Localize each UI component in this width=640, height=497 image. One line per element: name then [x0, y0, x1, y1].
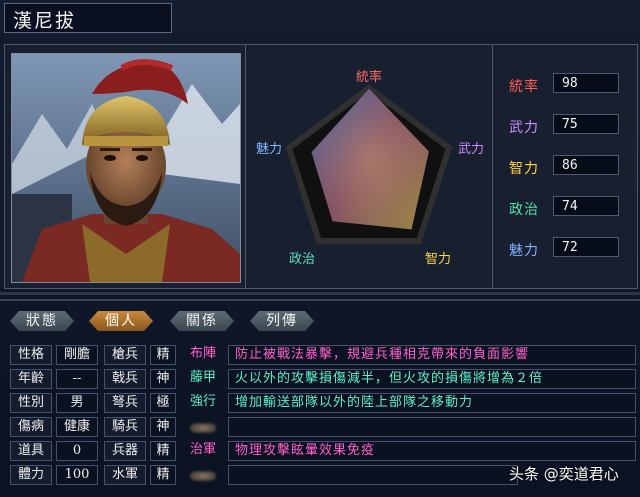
skill-description [228, 417, 636, 437]
aptitude-value: 精 [150, 345, 176, 365]
aptitude-label: 水軍 [104, 465, 146, 485]
officer-name: 漢尼拔 [13, 10, 77, 32]
aptitude-label: 弩兵 [104, 393, 146, 413]
profile-label: 性別 [10, 393, 52, 413]
profile-label: 道具 [10, 441, 52, 461]
aptitude-value: 神 [150, 417, 176, 437]
profile-label: 性格 [10, 345, 52, 365]
stat-label: 統率 [509, 79, 539, 95]
stat-value: 75 [553, 114, 619, 134]
profile-value: 剛膽 [56, 345, 98, 365]
aptitude-value: 極 [150, 393, 176, 413]
stat-label: 武力 [509, 120, 539, 136]
skill-name[interactable]: 強行 [182, 393, 224, 413]
radar-chart-area: 統率 武力 智力 政治 魅力 [245, 45, 493, 288]
stat-row-leadership: 統率 98 [507, 73, 633, 97]
profile-value: 健康 [56, 417, 98, 437]
profile-value: -- [56, 369, 98, 389]
profile-label: 體力 [10, 465, 52, 485]
stat-value: 86 [553, 155, 619, 175]
skill-description: 火以外的攻擊損傷減半，但火攻的損傷將增為２倍 [228, 369, 636, 389]
tab-personal[interactable]: 個人 [89, 311, 153, 331]
empty-skill-slot-icon [190, 423, 216, 433]
radar-label-right: 武力 [458, 142, 484, 157]
skill-description [228, 465, 518, 485]
stat-value: 74 [553, 196, 619, 216]
skill-name[interactable]: 布陣 [182, 345, 224, 365]
skill-name[interactable]: 治軍 [182, 441, 224, 461]
stat-label: 智力 [509, 161, 539, 177]
radar-label-bottom-left: 政治 [289, 252, 315, 267]
watermark: 头条 @奕道君心 [509, 465, 619, 483]
stat-row-charm: 魅力 72 [507, 237, 633, 261]
aptitude-label: 槍兵 [104, 345, 146, 365]
radar-label-left: 魅力 [256, 142, 282, 157]
ability-stats-list: 統率 98 武力 75 智力 86 政治 74 魅力 72 [493, 45, 637, 288]
tab-biography[interactable]: 列傳 [250, 311, 314, 331]
tab-relations[interactable]: 關係 [170, 311, 234, 331]
stat-value: 72 [553, 237, 619, 257]
profile-label: 傷病 [10, 417, 52, 437]
tab-status[interactable]: 狀態 [10, 311, 74, 331]
officer-name-panel: 漢尼拔 [4, 3, 172, 33]
aptitude-label: 騎兵 [104, 417, 146, 437]
stat-value: 98 [553, 73, 619, 93]
empty-skill-slot-icon [190, 471, 216, 481]
radar-value-overlay [311, 88, 429, 230]
ability-radar-chart: 統率 武力 智力 政治 魅力 [256, 69, 484, 267]
aptitude-value: 神 [150, 369, 176, 389]
stat-row-politics: 政治 74 [507, 196, 633, 220]
skill-name[interactable]: 藤甲 [182, 369, 224, 389]
radar-label-top: 統率 [356, 69, 382, 85]
portrait-image [12, 54, 240, 282]
profile-value: 男 [56, 393, 98, 413]
aptitude-value: 精 [150, 441, 176, 461]
stat-row-war: 武力 75 [507, 114, 633, 138]
profile-value: 0 [56, 441, 98, 461]
profile-label: 年齡 [10, 369, 52, 389]
skill-description: 防止被戰法暴擊，規避兵種相克帶來的負面影響 [228, 345, 636, 365]
stat-label: 政治 [509, 202, 539, 218]
aptitude-label: 戟兵 [104, 369, 146, 389]
divider [0, 292, 640, 295]
stats-panel: 統率 武力 智力 政治 魅力 統率 98 武力 75 智力 86 政治 74 魅… [4, 44, 638, 289]
aptitude-value: 精 [150, 465, 176, 485]
divider [0, 299, 640, 301]
stat-row-intelligence: 智力 86 [507, 155, 633, 179]
profile-value: 100 [56, 465, 98, 485]
stat-label: 魅力 [509, 243, 539, 259]
radar-label-bottom-right: 智力 [425, 252, 451, 267]
aptitude-label: 兵器 [104, 441, 146, 461]
skill-description: 物理攻擊眩暈效果免疫 [228, 441, 636, 461]
skill-description: 增加輸送部隊以外的陸上部隊之移動力 [228, 393, 636, 413]
officer-portrait [11, 53, 241, 283]
